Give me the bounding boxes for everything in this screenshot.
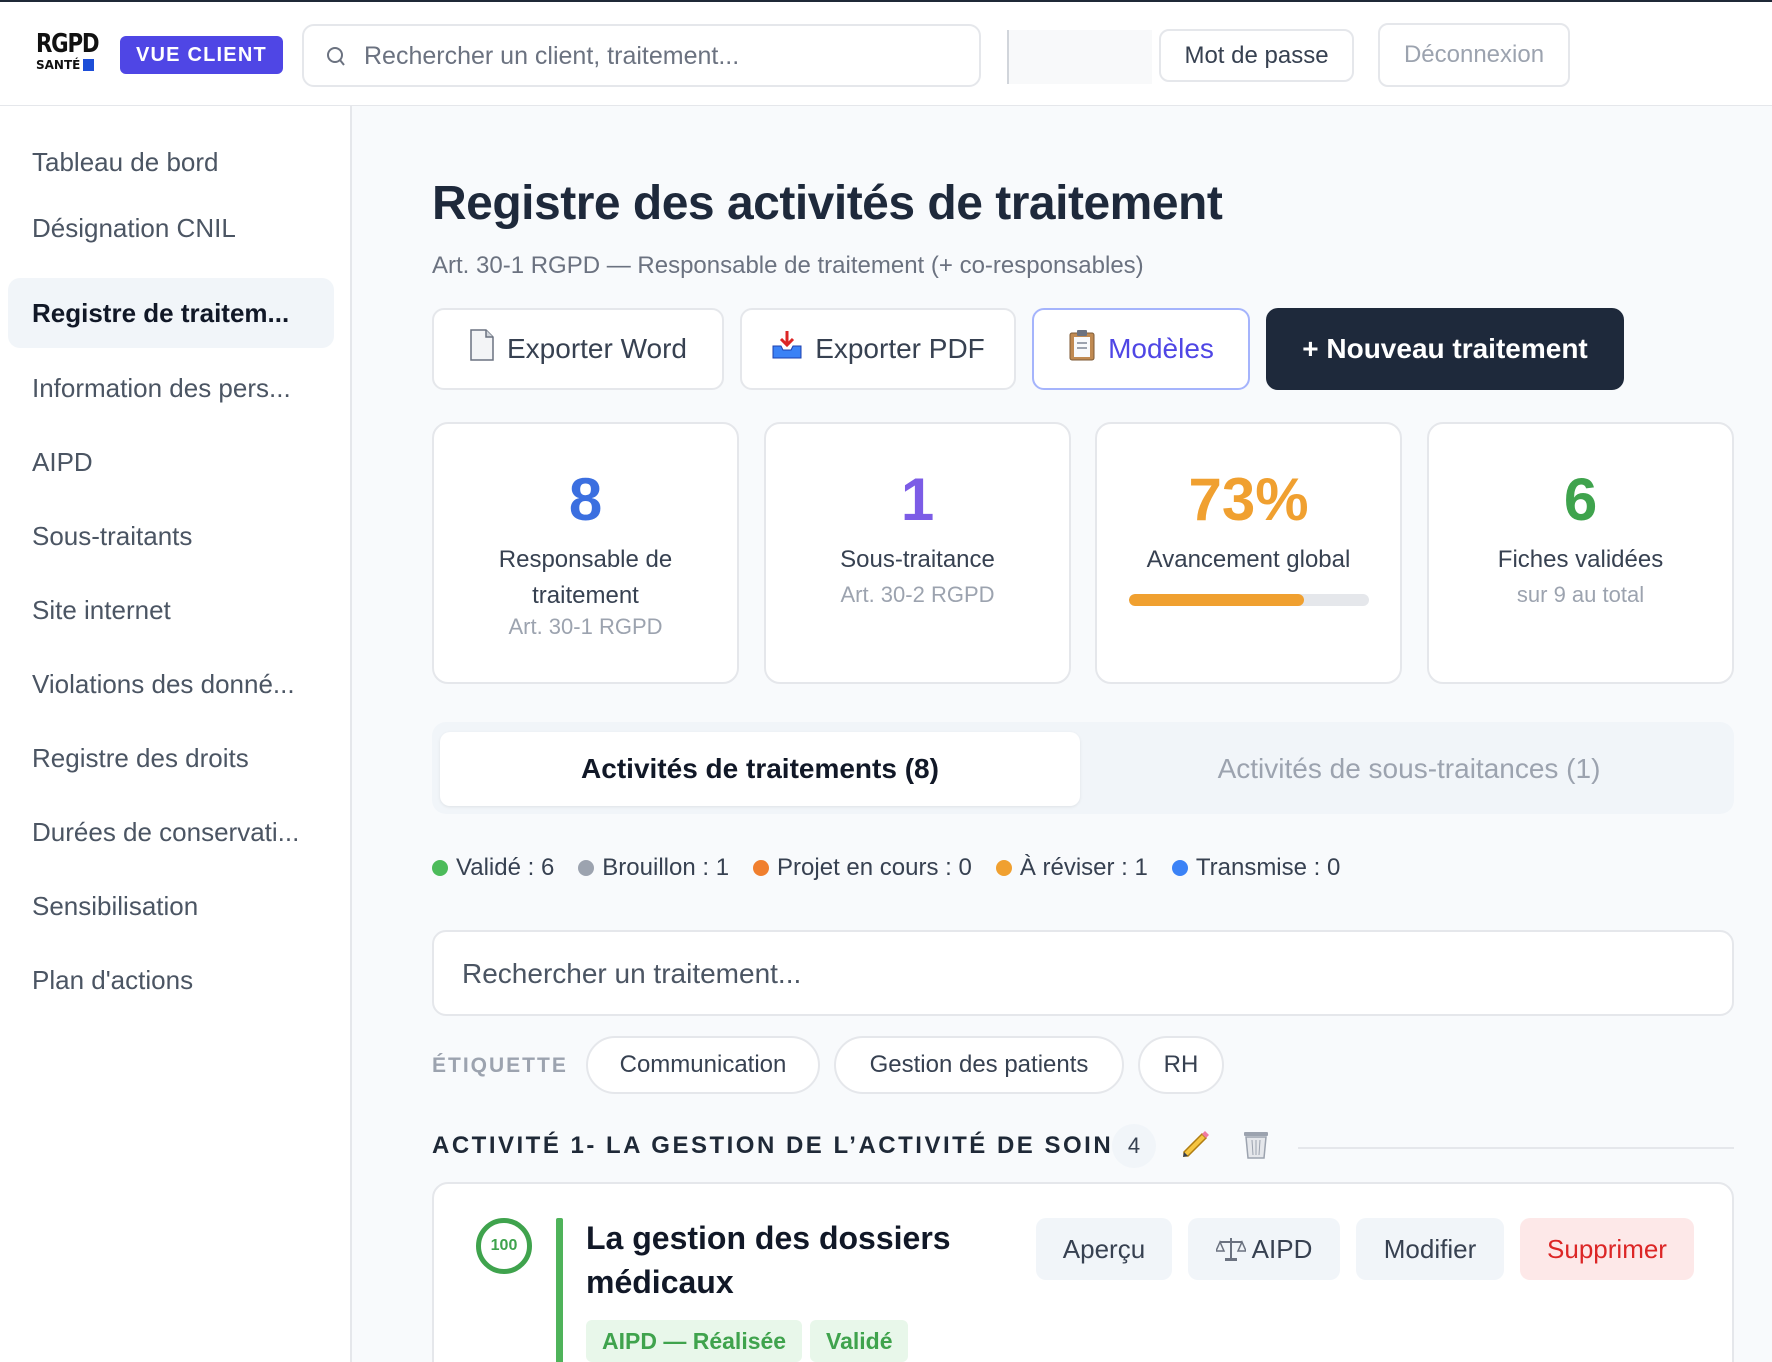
export-pdf-button[interactable]: Exporter PDF bbox=[740, 308, 1016, 390]
sidebar-item-aipd[interactable]: AIPD bbox=[8, 428, 334, 496]
export-word-button[interactable]: Exporter Word bbox=[432, 308, 724, 390]
templates-label: Modèles bbox=[1108, 333, 1214, 364]
stat-value: 73% bbox=[1188, 466, 1309, 533]
gray-dot-icon bbox=[578, 860, 595, 876]
stat-label: Sous-traitance bbox=[840, 546, 995, 573]
processing-card: 100 La gestion des dossiers médicaux AIP… bbox=[432, 1182, 1734, 1362]
stat-card-validated: 6 Fiches validées sur 9 au total bbox=[1427, 422, 1734, 684]
sidebar-item-awareness[interactable]: Sensibilisation bbox=[8, 872, 334, 940]
status-legend: Validé : 6 Brouillon : 1 Projet en cours… bbox=[432, 854, 1340, 882]
stat-value: 6 bbox=[1563, 466, 1598, 533]
export-pdf-label: Exporter PDF bbox=[815, 333, 985, 364]
sidebar-item-rights-register[interactable]: Registre des droits bbox=[8, 724, 334, 792]
trash-icon[interactable] bbox=[1240, 1126, 1272, 1168]
legend-item-to-review: À réviser : 1 bbox=[995, 854, 1148, 882]
stat-sublabel: Art. 30-1 RGPD bbox=[508, 614, 663, 639]
activity-group-title: ACTIVITÉ 1- LA GESTION DE L’ACTIVITÉ DE … bbox=[432, 1132, 1132, 1159]
tag-chip-communication[interactable]: Communication bbox=[586, 1036, 820, 1094]
group-divider bbox=[1298, 1147, 1734, 1149]
scales-icon bbox=[1214, 1222, 1247, 1284]
stat-label: Avancement global bbox=[1146, 546, 1351, 573]
preview-button[interactable]: Aperçu bbox=[1036, 1218, 1172, 1280]
stat-sublabel: Art. 30-2 RGPD bbox=[840, 582, 995, 607]
new-processing-button[interactable]: + Nouveau traitement bbox=[1266, 308, 1624, 390]
delete-button[interactable]: Supprimer bbox=[1520, 1218, 1694, 1280]
page-title: Registre des activités de traitement bbox=[432, 177, 1223, 230]
status-badge: Validé bbox=[810, 1320, 909, 1362]
aipd-button-label: AIPD bbox=[1251, 1234, 1313, 1264]
aipd-status-badge: AIPD — Réalisée bbox=[586, 1320, 803, 1362]
processing-search[interactable] bbox=[432, 930, 1734, 1016]
sidebar-item-cnil-designation[interactable]: Désignation CNIL bbox=[8, 194, 334, 262]
stat-sublabel: sur 9 au total bbox=[1516, 582, 1645, 607]
stat-label: Responsable de traitement bbox=[498, 546, 673, 609]
status-bar bbox=[556, 1218, 563, 1362]
sidebar-item-retention[interactable]: Durées de conservati... bbox=[8, 798, 334, 866]
processing-search-input[interactable] bbox=[462, 952, 1662, 996]
progress-bar bbox=[1129, 594, 1369, 606]
tag-chip-hr[interactable]: RH bbox=[1138, 1036, 1224, 1094]
eu-flag-icon bbox=[83, 59, 94, 71]
inbox-tray-icon bbox=[771, 330, 803, 368]
orange-dot-icon bbox=[753, 860, 770, 876]
register-tabs: Activités de traitements (8) Activités d… bbox=[432, 722, 1734, 814]
stat-card-controller: 8 Responsable de traitement Art. 30-1 RG… bbox=[432, 422, 739, 684]
stat-value: 8 bbox=[568, 466, 603, 533]
sidebar-item-website[interactable]: Site internet bbox=[8, 576, 334, 644]
document-icon bbox=[469, 329, 495, 369]
legend-item-validated: Validé : 6 bbox=[432, 854, 554, 882]
tab-subcontracting-activities[interactable]: Activités de sous-traitances (1) bbox=[1092, 732, 1726, 806]
sidebar: Tableau de bord Désignation CNIL Registr… bbox=[0, 106, 352, 1362]
sidebar-item-subcontractors[interactable]: Sous-traitants bbox=[8, 502, 334, 570]
global-search-input[interactable] bbox=[364, 36, 964, 76]
tag-filter-label: ÉTIQUETTE bbox=[432, 1054, 568, 1077]
top-bar: RGPD SANTÉ VUE CLIENT Mot de passe Décon… bbox=[0, 0, 1772, 106]
user-info-placeholder bbox=[1007, 30, 1152, 84]
stat-card-subcontracting: 1 Sous-traitance Art. 30-2 RGPD bbox=[764, 422, 1071, 684]
global-search[interactable] bbox=[302, 24, 981, 87]
edit-button[interactable]: Modifier bbox=[1356, 1218, 1504, 1280]
search-icon bbox=[326, 46, 346, 73]
page-subtitle: Art. 30-1 RGPD — Responsable de traiteme… bbox=[432, 252, 1144, 279]
blue-dot-icon bbox=[1171, 860, 1188, 876]
tag-chip-patients[interactable]: Gestion des patients bbox=[834, 1036, 1124, 1094]
export-word-label: Exporter Word bbox=[507, 333, 687, 364]
amber-dot-icon bbox=[995, 860, 1012, 876]
sidebar-item-information[interactable]: Information des pers... bbox=[8, 354, 334, 422]
client-view-badge: VUE CLIENT bbox=[120, 36, 283, 74]
sidebar-item-dashboard[interactable]: Tableau de bord bbox=[8, 128, 334, 196]
processing-title[interactable]: La gestion des dossiers médicaux bbox=[586, 1216, 966, 1304]
stat-value: 1 bbox=[900, 466, 935, 533]
pencil-icon[interactable] bbox=[1178, 1126, 1212, 1168]
logo-text: RGPD bbox=[36, 29, 100, 59]
clipboard-icon bbox=[1068, 329, 1096, 369]
legend-item-in-progress: Projet en cours : 0 bbox=[753, 854, 972, 882]
tab-processing-activities[interactable]: Activités de traitements (8) bbox=[440, 732, 1080, 806]
green-dot-icon bbox=[432, 860, 448, 876]
progress-fill bbox=[1129, 594, 1305, 606]
sidebar-item-processing-register[interactable]: Registre de traitem... bbox=[8, 278, 334, 348]
activity-group-count: 4 bbox=[1112, 1124, 1156, 1168]
legend-item-draft: Brouillon : 1 bbox=[578, 854, 729, 882]
sidebar-item-data-breaches[interactable]: Violations des donné... bbox=[8, 650, 334, 718]
sidebar-item-action-plan[interactable]: Plan d'actions bbox=[8, 946, 334, 1014]
stat-card-progress: 73% Avancement global bbox=[1095, 422, 1402, 684]
stat-label: Fiches validées bbox=[1497, 546, 1664, 573]
password-button[interactable]: Mot de passe bbox=[1159, 29, 1354, 82]
aipd-button[interactable]: AIPD bbox=[1188, 1218, 1340, 1280]
logout-button[interactable]: Déconnexion bbox=[1378, 23, 1570, 87]
logo-subtext: SANTÉ bbox=[36, 58, 81, 72]
templates-button[interactable]: Modèles bbox=[1032, 308, 1250, 390]
app-logo[interactable]: RGPD SANTÉ bbox=[36, 29, 100, 76]
legend-item-transmitted: Transmise : 0 bbox=[1171, 854, 1340, 882]
completion-score: 100 bbox=[476, 1218, 532, 1274]
